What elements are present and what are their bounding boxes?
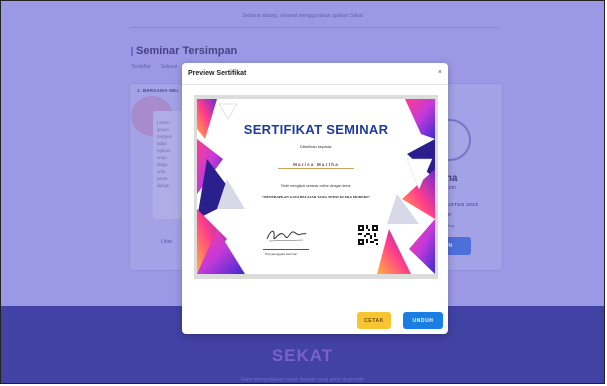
qr-code-icon (358, 225, 378, 245)
modal-divider (182, 84, 448, 85)
certificate-title: SERTIFIKAT SEMINAR (243, 122, 389, 137)
certificate-given-to: Diberikan kepada: (299, 144, 333, 149)
recipient-underline (278, 168, 354, 169)
print-button[interactable]: CETAK (357, 312, 391, 329)
browser-frame: Selamat datang, selamat menggunakan apli… (0, 0, 605, 384)
certificate-topic: "MENERAPKAN GAYA BELAJAR YANG TEPAT DI E… (261, 195, 371, 199)
download-button[interactable]: UNDUH (403, 312, 443, 329)
signature-image (266, 230, 307, 242)
signer-label: Penyelenggara Seminar (265, 252, 298, 256)
certificate-image: SERTIFIKAT SEMINAR Diberikan kepada: Mar… (197, 99, 435, 274)
certificate-preview-modal: Preview Sertifikat × SERTIFIKAT SEMINAR … (182, 63, 448, 334)
signature-line (263, 249, 309, 250)
certificate-attended-text: Telah mengikuti seminar online dengan te… (280, 184, 352, 188)
certificate-recipient: Marisa Martha (293, 162, 339, 167)
certificate-frame: SERTIFIKAT SEMINAR Diberikan kepada: Mar… (194, 95, 438, 279)
close-icon[interactable]: × (438, 69, 442, 76)
modal-title: Preview Sertifikat (188, 70, 247, 77)
